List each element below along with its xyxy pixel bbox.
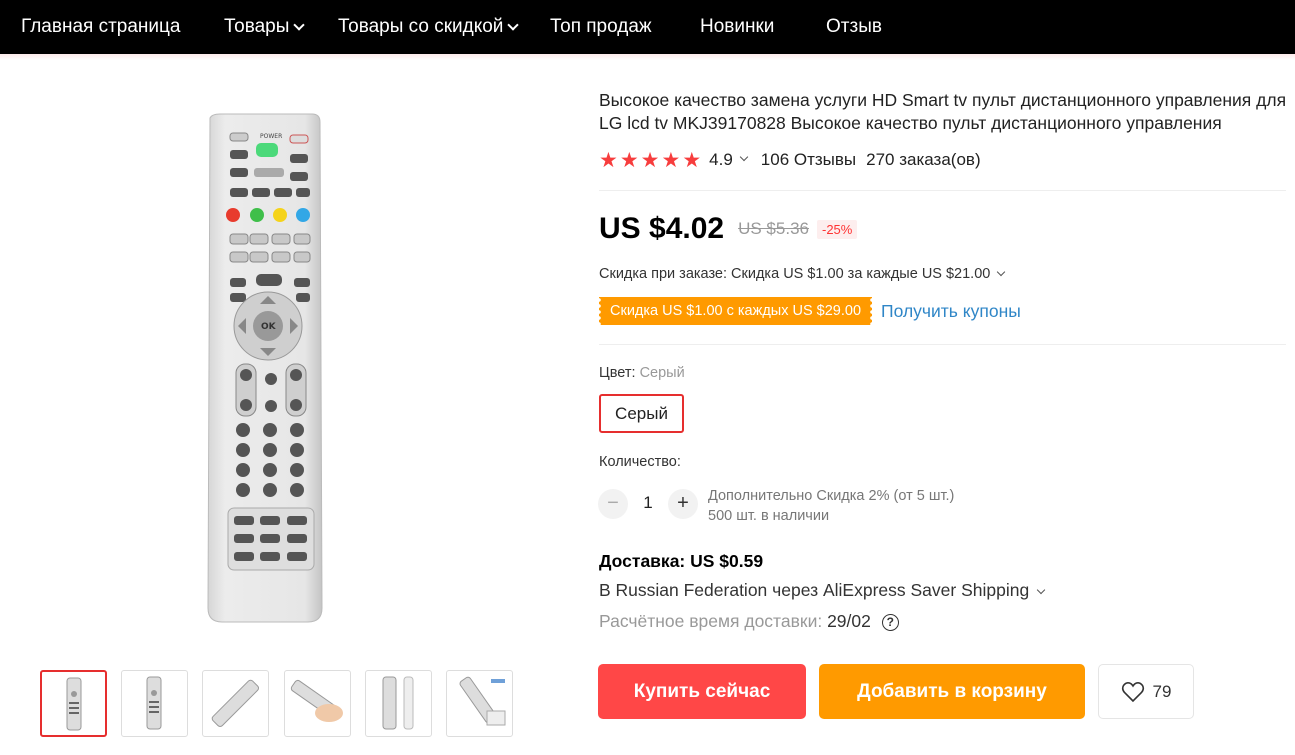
discount-badge: -25% <box>816 219 858 239</box>
quantity-info: Дополнительно Скидка 2% (от 5 шт.) 500 ш… <box>708 486 954 526</box>
nav-item-products[interactable]: Товары <box>224 0 306 54</box>
delivery-date: 29/02 <box>827 611 871 631</box>
orders-count: 270 заказа(ов) <box>866 150 981 169</box>
color-selected-value: Серый <box>639 365 685 381</box>
svg-text:POWER: POWER <box>260 133 282 140</box>
help-icon[interactable]: ? <box>881 614 899 631</box>
get-coupons-link[interactable]: Получить купоны <box>881 301 1021 322</box>
remote-front-icon <box>146 676 162 730</box>
thumbnail-6[interactable] <box>446 670 513 737</box>
nav-item-discounted[interactable]: Товары со скидкой <box>338 0 520 54</box>
nav-item-feedback[interactable]: Отзыв <box>826 0 882 54</box>
heart-icon <box>1121 681 1144 702</box>
chevron-down-icon[interactable] <box>739 152 749 162</box>
nav-item-label: Отзыв <box>826 16 882 37</box>
thumbnail-4[interactable] <box>284 670 351 737</box>
remote-front-side-icon <box>382 676 414 730</box>
old-price: US $5.36 <box>738 219 809 238</box>
nav-item-label: Главная страница <box>21 16 181 37</box>
rating-value[interactable]: 4.9 <box>709 150 733 170</box>
chevron-down-icon <box>1036 585 1046 595</box>
wishlist-button[interactable]: 79 <box>1098 664 1194 719</box>
delivery-estimate-label: Расчётное время доставки: <box>599 611 823 631</box>
stock-text: 500 шт. в наличии <box>708 508 830 524</box>
delivery-estimate: Расчётное время доставки: 29/02 ? <box>599 611 899 632</box>
product-main-image[interactable]: POWER OK <box>90 88 490 648</box>
buy-now-button[interactable]: Купить сейчас <box>598 664 806 719</box>
order-discount-text: Скидка при заказе: Скидка US $1.00 за ка… <box>599 266 991 282</box>
shipping-method-dropdown[interactable]: В Russian Federation через AliExpress Sa… <box>599 580 1046 601</box>
thumbnail-1[interactable] <box>40 670 107 737</box>
nav-item-label: Топ продаж <box>550 16 652 37</box>
add-to-cart-button[interactable]: Добавить в корзину <box>819 664 1085 719</box>
quantity-value[interactable]: 1 <box>637 493 659 513</box>
current-price: US $4.02 <box>599 212 725 245</box>
color-label: Цвет: Серый <box>599 365 685 381</box>
coupon-tag: Скидка US $1.00 с каждых US $29.00 <box>596 297 875 325</box>
chevron-down-icon <box>507 19 520 31</box>
nav-item-home[interactable]: Главная страница <box>21 0 181 54</box>
nav-item-label: Новинки <box>700 16 775 37</box>
shipping-price: Доставка: US $0.59 <box>599 551 764 571</box>
star-icon: ★ <box>640 148 660 172</box>
product-title: Высокое качество замена услуги HD Smart … <box>599 90 1287 133</box>
thumbnail-3[interactable] <box>202 670 269 737</box>
top-navigation-bar: Главная страница Товары Товары со скидко… <box>0 0 1295 54</box>
star-icon: ★ <box>599 148 618 172</box>
bulk-discount-text: Дополнительно Скидка 2% (от 5 шт.) <box>708 488 955 504</box>
order-discount-dropdown[interactable]: Скидка при заказе: Скидка US $1.00 за ка… <box>599 266 1006 282</box>
rating-row: ★ ★ ★ ★ ★ 4.9 106 Отзывы 270 заказа(ов) <box>599 148 981 172</box>
color-option-gray[interactable]: Серый <box>599 394 684 433</box>
divider <box>599 344 1286 345</box>
quantity-label: Количество: <box>599 454 681 470</box>
remote-control-image: POWER OK <box>207 113 323 623</box>
remote-angled-icon <box>211 679 260 728</box>
nav-shadow <box>0 54 1295 60</box>
nav-item-label: Товары со скидкой <box>338 16 504 37</box>
chevron-down-icon <box>997 267 1006 277</box>
remote-package-icon <box>459 676 506 726</box>
rating-stars: ★ ★ ★ ★ ★ <box>599 150 703 171</box>
price-row: US $4.02 US $5.36 -25% <box>599 212 858 246</box>
thumbnail-5[interactable] <box>365 670 432 737</box>
remote-front-icon <box>66 677 82 731</box>
nav-item-label: Товары <box>224 16 290 37</box>
shipping-method-text: В Russian Federation через AliExpress Sa… <box>599 580 1030 600</box>
nav-item-new[interactable]: Новинки <box>700 0 774 54</box>
wishlist-count: 79 <box>1152 681 1172 701</box>
divider <box>599 190 1286 191</box>
remote-in-hand-icon <box>290 679 343 722</box>
nav-item-top-sales[interactable]: Топ продаж <box>550 0 652 54</box>
star-icon: ★ <box>661 148 681 172</box>
svg-text:OK: OK <box>261 322 277 332</box>
star-icon: ★ <box>682 148 702 172</box>
quantity-increase-button[interactable]: + <box>668 489 698 519</box>
chevron-down-icon <box>293 19 306 31</box>
quantity-decrease-button[interactable]: − <box>598 489 628 519</box>
star-icon: ★ <box>619 148 639 172</box>
reviews-link[interactable]: 106 Отзывы <box>761 150 856 170</box>
color-label-text: Цвет: <box>599 365 636 381</box>
coupon-row: Скидка US $1.00 с каждых US $29.00 Получ… <box>596 297 1021 325</box>
thumbnail-2[interactable] <box>121 670 188 737</box>
